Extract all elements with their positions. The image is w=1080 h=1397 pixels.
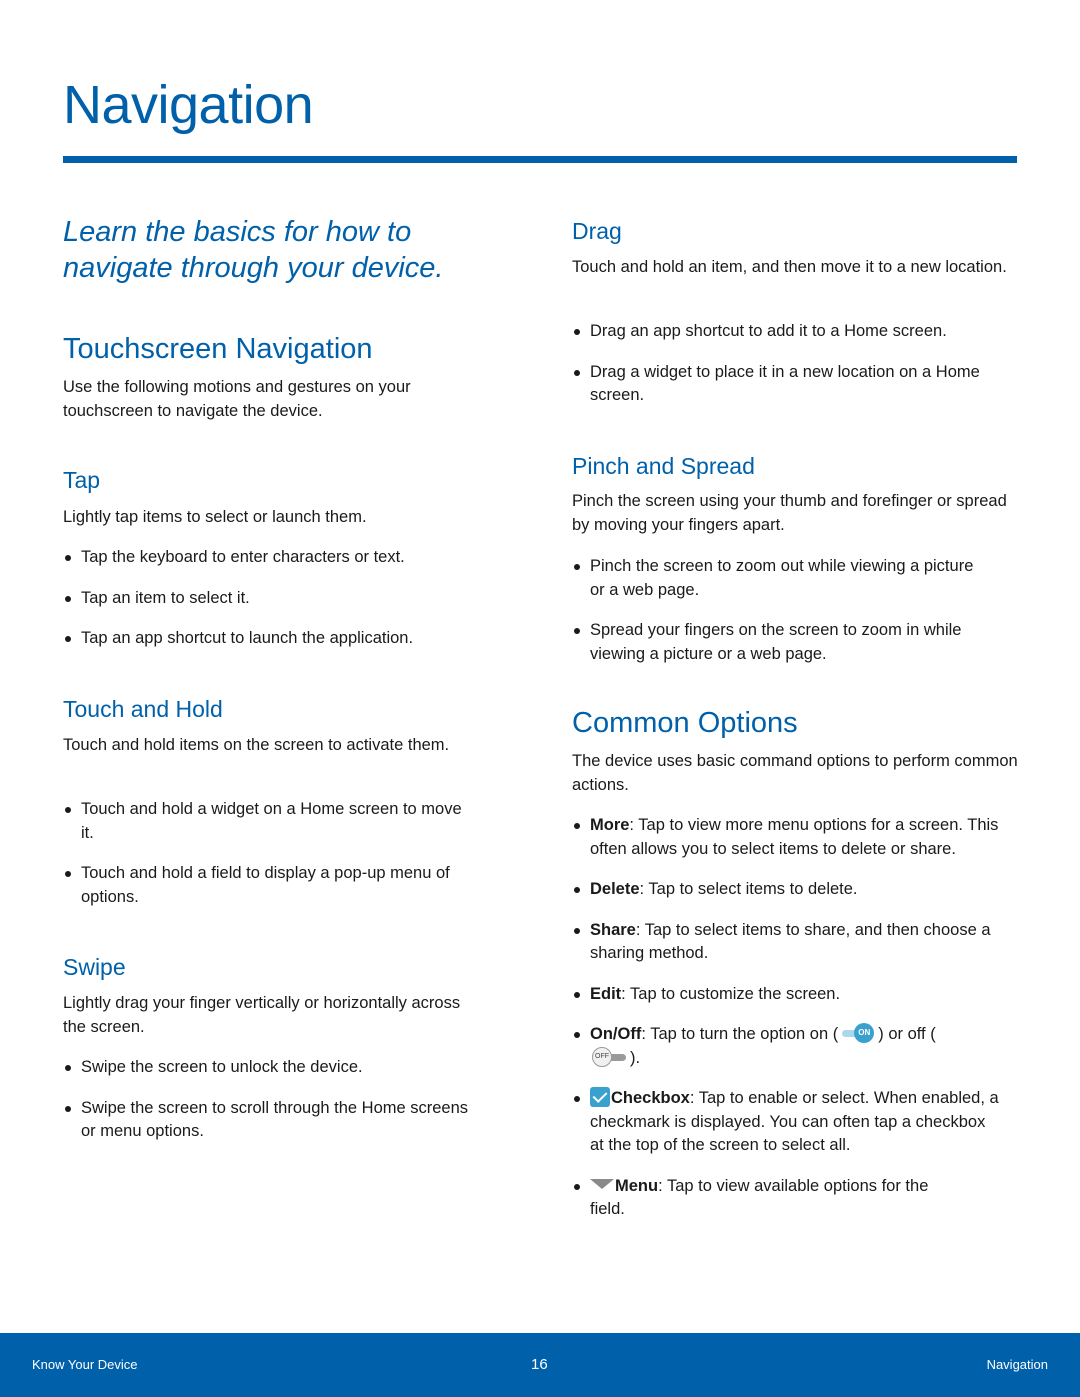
pinch-body: Pinch the screen using your thumb and fo… xyxy=(572,492,1007,534)
list-item: Spread your fingers on the screen to zoo… xyxy=(572,619,992,666)
list-item: Tap the keyboard to enter characters or … xyxy=(63,546,493,570)
swipe-list: Swipe the screen to unlock the device. S… xyxy=(63,1056,473,1161)
list-item-checkbox: Checkbox: Tap to enable or select. When … xyxy=(572,1087,1002,1158)
tap-body: Lightly tap items to select or launch th… xyxy=(63,508,367,526)
list-item: Drag an app shortcut to add it to a Home… xyxy=(572,320,1012,344)
list-item-delete: Delete: Tap to select items to delete. xyxy=(572,878,1002,902)
tap-heading: Tap xyxy=(63,467,101,493)
touch-hold-list: Touch and hold a widget on a Home screen… xyxy=(63,798,493,926)
footer-section: Navigation xyxy=(986,1357,1048,1372)
common-options-list: More: Tap to view more menu options for … xyxy=(572,814,1002,1239)
pinch-list: Pinch the screen to zoom out while viewi… xyxy=(572,555,992,683)
title-rule xyxy=(63,156,1017,163)
touch-hold-body: Touch and hold items on the screen to ac… xyxy=(63,736,450,754)
page-footer: Know Your Device 16 Navigation xyxy=(0,1333,1080,1397)
list-item: Swipe the screen to scroll through the H… xyxy=(63,1097,473,1144)
list-item: Tap an item to select it. xyxy=(63,587,493,611)
list-item: Pinch the screen to zoom out while viewi… xyxy=(572,555,992,602)
list-item-onoff: On/Off: Tap to turn the option on (ON) o… xyxy=(572,1023,1002,1070)
term-edit: Edit xyxy=(590,984,622,1003)
term-share: Share xyxy=(590,920,636,939)
term-checkbox: Checkbox xyxy=(611,1089,690,1107)
page-title: Navigation xyxy=(63,75,314,135)
footer-chapter: Know Your Device xyxy=(32,1357,138,1372)
list-item-more: More: Tap to view more menu options for … xyxy=(572,814,1002,861)
checkbox-icon xyxy=(590,1087,610,1107)
list-item: Tap an app shortcut to launch the applic… xyxy=(63,627,493,651)
list-item-menu: Menu: Tap to view available options for … xyxy=(572,1175,1002,1222)
term-delete: Delete xyxy=(590,880,640,898)
term-menu: Menu xyxy=(615,1176,659,1195)
swipe-body: Lightly drag your finger vertically or h… xyxy=(63,994,461,1036)
touchscreen-body: Use the following motions and gestures o… xyxy=(63,378,411,420)
touchscreen-heading: Touchscreen Navigation xyxy=(63,333,373,365)
drag-heading: Drag xyxy=(572,218,622,244)
list-item: Drag a widget to place it in a new locat… xyxy=(572,361,1012,408)
tap-list: Tap the keyboard to enter characters or … xyxy=(63,546,493,668)
toggle-on-icon: ON xyxy=(840,1023,876,1043)
drag-body: Touch and hold an item, and then move it… xyxy=(572,258,1007,276)
pinch-heading: Pinch and Spread xyxy=(572,453,755,479)
list-item-edit: Edit: Tap to customize the screen. xyxy=(572,983,1002,1007)
list-item: Swipe the screen to unlock the device. xyxy=(63,1056,473,1080)
toggle-off-icon: OFF xyxy=(592,1046,628,1067)
common-options-body: The device uses basic command options to… xyxy=(572,752,1018,794)
list-item: Touch and hold a widget on a Home screen… xyxy=(63,798,493,845)
footer-page-number: 16 xyxy=(531,1356,548,1373)
swipe-heading: Swipe xyxy=(63,954,126,980)
term-more: More xyxy=(590,816,630,834)
term-onoff: On/Off xyxy=(590,1025,642,1043)
menu-dropdown-icon xyxy=(590,1178,614,1189)
list-item-share: Share: Tap to select items to share, and… xyxy=(572,919,1002,966)
drag-list: Drag an app shortcut to add it to a Home… xyxy=(572,320,1012,425)
common-options-heading: Common Options xyxy=(572,707,798,739)
list-item: Touch and hold a field to display a pop-… xyxy=(63,862,493,909)
page-intro: Learn the basics for how to navigate thr… xyxy=(63,216,444,284)
touch-hold-heading: Touch and Hold xyxy=(63,696,223,722)
